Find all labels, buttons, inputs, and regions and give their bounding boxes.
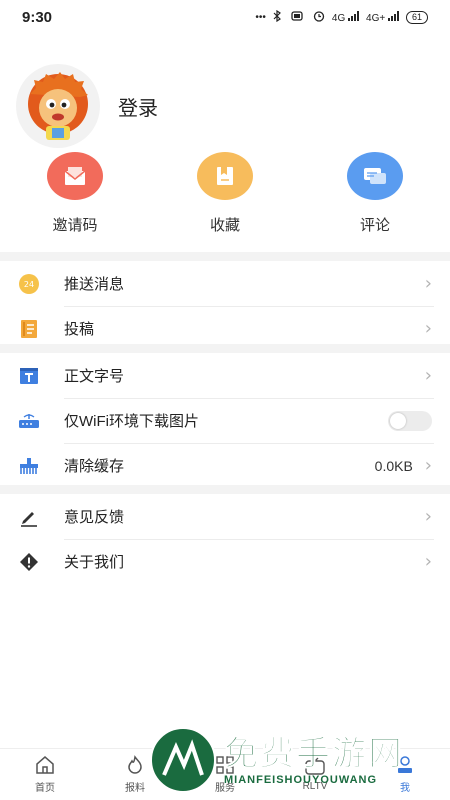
clear-cache-row[interactable]: 清除缓存 0.0KB › bbox=[0, 443, 450, 488]
status-bar: 9:30 ••• 4G 4G+ 61 bbox=[0, 0, 450, 34]
invite-code-button[interactable]: 邀请码 bbox=[0, 152, 150, 235]
font-size-row[interactable]: 正文字号 › bbox=[0, 353, 450, 398]
menu-group-3: 意见反馈 › 关于我们 › bbox=[0, 485, 450, 584]
divider bbox=[0, 344, 450, 353]
chevron-right-icon: › bbox=[424, 506, 432, 527]
chevron-right-icon: › bbox=[424, 318, 432, 339]
tab-report-label: 报料 bbox=[125, 783, 145, 794]
pencil-icon bbox=[18, 506, 40, 528]
flame-icon bbox=[128, 755, 142, 774]
contribute-label: 投稿 bbox=[64, 321, 95, 338]
vibrate-icon bbox=[288, 10, 306, 24]
favorites-label: 收藏 bbox=[209, 217, 240, 234]
about-label: 关于我们 bbox=[64, 554, 125, 571]
menu-group-1: 24 推送消息 › 投稿 › bbox=[0, 252, 450, 351]
text-size-icon bbox=[18, 365, 40, 387]
notepad-icon bbox=[18, 318, 40, 340]
watermark: 免费手游网 MIANFEISHOUYOUWANG bbox=[150, 724, 450, 796]
battery-icon: 61 bbox=[405, 10, 428, 24]
feedback-label: 意见反馈 bbox=[64, 509, 125, 526]
bookmark-icon bbox=[197, 152, 253, 200]
favorites-button[interactable]: 收藏 bbox=[150, 152, 300, 235]
push-messages-row[interactable]: 24 推送消息 › bbox=[0, 261, 450, 306]
push-badge-text: 24 bbox=[24, 280, 34, 289]
watermark-subtitle: MIANFEISHOUYOUWANG bbox=[224, 774, 378, 786]
chevron-right-icon: › bbox=[424, 273, 432, 294]
menu-group-2: 正文字号 › 仅WiFi环境下载图片 清除缓存 0.0KB › bbox=[0, 344, 450, 488]
chevron-right-icon: › bbox=[424, 455, 432, 476]
status-time: 9:30 bbox=[22, 8, 53, 26]
font-size-label: 正文字号 bbox=[64, 368, 125, 385]
invite-code-label: 邀请码 bbox=[52, 217, 98, 234]
push-messages-label: 推送消息 bbox=[64, 276, 125, 293]
signal-icon-2: 4G+ bbox=[366, 10, 399, 24]
comments-button[interactable]: 评论 bbox=[300, 152, 450, 235]
tab-home-label: 首页 bbox=[35, 783, 55, 794]
wifi-images-label: 仅WiFi环境下载图片 bbox=[64, 413, 199, 430]
avatar[interactable] bbox=[16, 64, 100, 148]
alert-diamond-icon bbox=[18, 551, 40, 573]
login-link[interactable]: 登录 bbox=[118, 92, 158, 121]
chevron-right-icon: › bbox=[424, 365, 432, 386]
chat-icon bbox=[347, 152, 403, 200]
about-row[interactable]: 关于我们 › bbox=[0, 539, 450, 584]
wifi-images-row: 仅WiFi环境下载图片 bbox=[0, 398, 450, 443]
broom-icon bbox=[18, 455, 40, 477]
divider bbox=[0, 485, 450, 494]
more-dots-icon: ••• bbox=[255, 11, 266, 23]
clear-cache-label: 清除缓存 bbox=[64, 458, 125, 475]
cache-size-value: 0.0KB bbox=[374, 457, 413, 474]
alarm-icon bbox=[313, 10, 325, 25]
divider bbox=[0, 252, 450, 261]
push-badge-icon: 24 bbox=[18, 273, 40, 295]
tab-home[interactable]: 首页 bbox=[0, 749, 90, 800]
feedback-row[interactable]: 意见反馈 › bbox=[0, 494, 450, 539]
envelope-icon bbox=[47, 152, 103, 200]
status-icons: ••• 4G 4G+ 61 bbox=[255, 9, 428, 25]
quick-actions: 邀请码 收藏 评论 bbox=[0, 152, 450, 235]
watermark-logo-icon bbox=[150, 727, 216, 793]
wifi-images-toggle[interactable] bbox=[388, 410, 432, 431]
signal-icon-1: 4G bbox=[332, 10, 360, 24]
profile-header[interactable]: 登录 bbox=[16, 64, 158, 148]
watermark-title: 免费手游网 bbox=[224, 735, 404, 774]
bluetooth-icon bbox=[273, 9, 281, 25]
comments-label: 评论 bbox=[359, 217, 390, 234]
chevron-right-icon: › bbox=[424, 551, 432, 572]
router-icon bbox=[18, 410, 40, 432]
home-icon bbox=[36, 756, 54, 774]
